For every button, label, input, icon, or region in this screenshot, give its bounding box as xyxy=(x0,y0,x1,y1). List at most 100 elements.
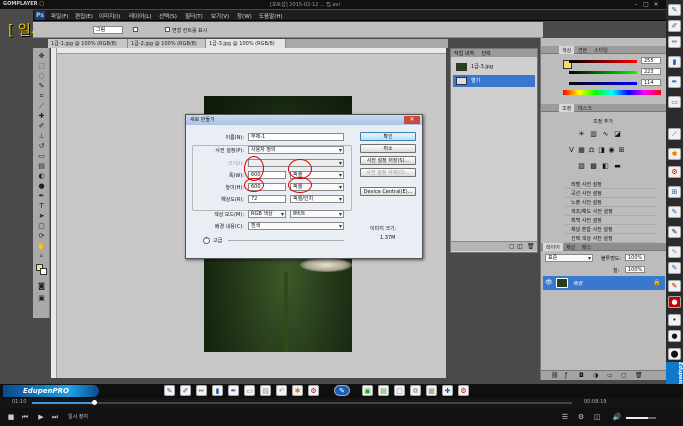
highlighter-icon[interactable]: ▮ xyxy=(668,56,681,68)
tab-channels[interactable]: 채널 xyxy=(563,243,578,251)
stamp-icon[interactable]: ✱ xyxy=(668,148,681,160)
gradient-map-icon[interactable]: ▬ xyxy=(613,162,622,170)
clear-bar-icon[interactable]: ▤ xyxy=(260,385,271,396)
highlighter-bar-icon[interactable]: ▮ xyxy=(212,385,223,396)
layer-name[interactable]: 배경 xyxy=(573,280,582,287)
background-color-swatch[interactable] xyxy=(40,268,47,275)
tab-doc-3[interactable]: 1급-3.jpg @ 100% (RGB/8) xyxy=(206,39,286,48)
tab-color[interactable]: 색상 xyxy=(559,46,575,54)
undo-bar-icon[interactable]: ↶ xyxy=(276,385,287,396)
brush-tool-icon[interactable]: ✐ xyxy=(37,122,46,130)
green-value[interactable]: 223 xyxy=(641,68,661,75)
pen-blue2-icon[interactable]: ✎ xyxy=(668,262,681,274)
photo-filter-icon[interactable]: ◉ xyxy=(607,146,616,154)
grid-bar-icon[interactable]: ▦ xyxy=(426,385,437,396)
save-preset-button[interactable]: 사전 설정 저장(S)... xyxy=(360,156,416,165)
tab-layers[interactable]: 레이어 xyxy=(543,243,563,251)
link-layers-icon[interactable]: ⛓ xyxy=(551,372,559,379)
preset-select[interactable]: 사용자 정의 xyxy=(248,146,344,154)
pen-icon[interactable]: ✎ xyxy=(164,385,175,396)
crop-tool-icon[interactable]: ⌗ xyxy=(37,92,46,100)
name-input[interactable]: 무제-1 xyxy=(248,133,344,141)
tab-history[interactable]: 작업 내역 xyxy=(454,51,474,57)
menu-view[interactable]: 보기(V) xyxy=(211,12,229,20)
color-mode-select[interactable]: RGB 색상 xyxy=(248,210,286,218)
advanced-chevron-icon[interactable]: ˅ xyxy=(203,237,210,244)
delete-preset-button[interactable]: 사전 설정 삭제(D)... xyxy=(360,168,416,177)
mode-field[interactable]: 그림 xyxy=(93,26,123,34)
pen-bold-icon[interactable]: ✏ xyxy=(196,385,207,396)
minimize-icon[interactable]: – xyxy=(632,1,640,8)
ok-button[interactable]: 확인 xyxy=(360,132,416,141)
tab-doc-1[interactable]: 1급-1.jpg @ 100% (RGB/8) xyxy=(48,39,128,48)
prev-icon[interactable]: ⏮ xyxy=(20,411,30,423)
tab-doc-2[interactable]: 1급-2.jpg @ 100% (RGB/8) xyxy=(128,39,206,48)
pen-dark-icon[interactable]: ✎ xyxy=(668,206,681,218)
progress-track[interactable] xyxy=(32,402,572,404)
history-brush-tool-icon[interactable]: ↺ xyxy=(37,142,46,150)
tab-paths[interactable]: 패스 xyxy=(579,243,594,251)
line-icon[interactable]: ⟋ xyxy=(668,128,681,140)
volume-icon[interactable]: 🔊 xyxy=(612,411,622,423)
shape-tool-icon[interactable]: ▢ xyxy=(37,222,46,230)
gear-bar-icon[interactable]: ⚙ xyxy=(458,385,469,396)
gradient-tool-icon[interactable]: ▤ xyxy=(37,162,46,170)
menu-file[interactable]: 파일(F) xyxy=(51,12,69,20)
mask-icon[interactable]: ◘ xyxy=(579,372,584,379)
eraser-tool-icon[interactable]: ▭ xyxy=(37,152,46,160)
pen-thick-icon[interactable]: ✏ xyxy=(668,36,681,48)
blur-tool-icon[interactable]: ◐ xyxy=(37,172,46,180)
eye-icon[interactable]: 👁 xyxy=(545,279,553,286)
blue-value[interactable]: 114 xyxy=(641,79,661,86)
progress-bar[interactable]: 01:10 00:08:19 xyxy=(0,398,683,408)
posterize-icon[interactable]: ▩ xyxy=(589,162,598,170)
tab-swatches[interactable]: 견본 xyxy=(575,46,590,54)
pen-red-icon[interactable]: ✎ xyxy=(668,280,681,292)
adjustment-layer-icon[interactable]: ◑ xyxy=(593,372,598,379)
progress-handle[interactable] xyxy=(92,400,97,405)
eraser-bar-icon[interactable]: ▭ xyxy=(244,385,255,396)
edupen-home-icon[interactable]: ✎ xyxy=(334,385,350,396)
tab-styles[interactable]: 스타일 xyxy=(591,46,611,54)
red-slider[interactable] xyxy=(569,60,637,63)
trash-icon[interactable]: 🗑 xyxy=(527,243,535,250)
threshold-icon[interactable]: ◧ xyxy=(601,162,610,170)
channel-mixer-icon[interactable]: ⊞ xyxy=(617,146,626,154)
page-bar-icon[interactable]: ▢ xyxy=(394,385,405,396)
dot-medium-icon[interactable]: ● xyxy=(668,330,681,342)
pointer-bar-icon[interactable]: ✚ xyxy=(442,385,453,396)
advanced-label[interactable]: 고급 xyxy=(213,237,222,244)
settings-bar-icon[interactable]: ⚙ xyxy=(308,385,319,396)
play-icon[interactable]: ▶ xyxy=(36,411,46,423)
preset-curves[interactable]: 곡선 사전 설정 xyxy=(565,190,657,198)
layer-row-background[interactable]: 👁 배경 🔒 xyxy=(543,276,665,290)
preset-levels[interactable]: 레벨 사전 설정 xyxy=(565,181,657,189)
close-icon[interactable]: ✕ xyxy=(652,1,660,8)
transform-checkbox[interactable] xyxy=(165,27,170,32)
green-slider[interactable] xyxy=(569,71,637,74)
pen-alt-icon[interactable]: ✐ xyxy=(180,385,191,396)
marker-bar-icon[interactable]: ✒ xyxy=(228,385,239,396)
preset-hue-sat[interactable]: 색조/채도 사전 설정 xyxy=(565,208,657,216)
screen-mode-icon[interactable]: ▣ xyxy=(37,294,46,302)
3d-tool-icon[interactable]: ⟳ xyxy=(37,232,46,240)
dot-large-icon[interactable]: ⬤ xyxy=(668,348,681,360)
healing-tool-icon[interactable]: ✚ xyxy=(37,112,46,120)
preset-exposure[interactable]: 노출 사전 설정 xyxy=(565,199,657,207)
tab-masks[interactable]: 마스크 xyxy=(575,104,595,112)
menu-layer[interactable]: 레이어(L) xyxy=(129,12,152,20)
blue-slider[interactable] xyxy=(569,82,637,85)
marquee-tool-icon[interactable]: ⬚ xyxy=(37,62,46,70)
pen-tool-icon[interactable]: ✒ xyxy=(37,192,46,200)
dialog-close-icon[interactable]: ✕ xyxy=(404,116,420,124)
copy-bar-icon[interactable]: ⧉ xyxy=(410,385,421,396)
stamp-bar-icon[interactable]: ✱ xyxy=(292,385,303,396)
tab-paragraph[interactable]: 단락 xyxy=(482,51,491,57)
fx-icon[interactable]: ƒ xyxy=(565,372,567,379)
resolution-input[interactable]: 72 xyxy=(248,195,286,203)
open-bar-icon[interactable]: ▤ xyxy=(378,385,389,396)
fill-value[interactable]: 100% xyxy=(625,266,645,273)
exposure-icon[interactable]: ◪ xyxy=(613,130,622,138)
eyedropper-tool-icon[interactable]: ⟋ xyxy=(37,102,46,110)
menu-select[interactable]: 선택(S) xyxy=(159,12,177,20)
